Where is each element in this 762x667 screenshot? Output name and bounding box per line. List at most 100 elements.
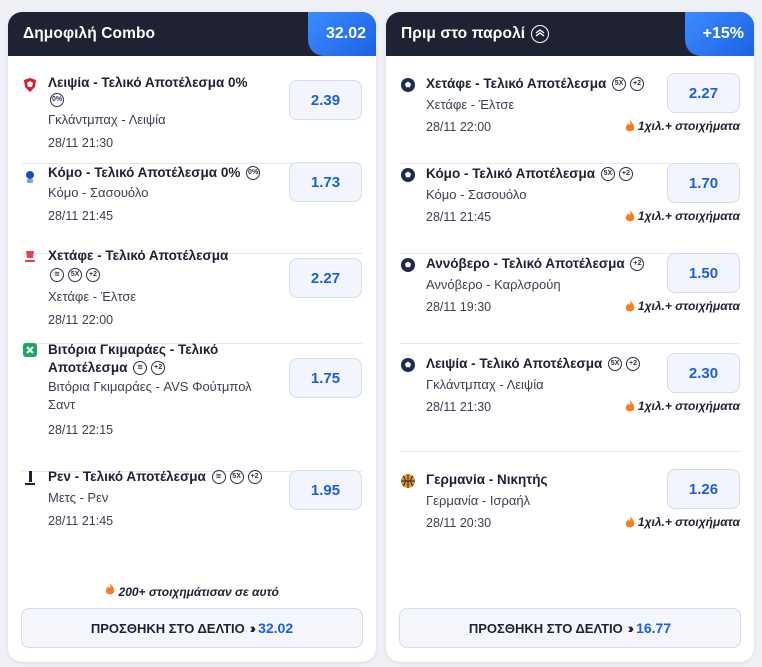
match-time: 28/11 22:15 bbox=[48, 423, 114, 437]
popularity-text: 200+ στοιχημάτισαν σε αυτό bbox=[118, 585, 279, 599]
list-item[interactable]: Αννόβερο - Τελικό Αποτέλεσμα +2 Αννόβερο… bbox=[400, 253, 740, 344]
list-item[interactable]: Λειψία - Τελικό Αποτέλεσμα 5X +2 Γκλάντμ… bbox=[400, 344, 740, 452]
match-time: 28/11 21:30 bbox=[48, 136, 114, 150]
odds-button[interactable]: 2.39 bbox=[289, 80, 362, 120]
selection-title: Λειψία - Τελικό Αποτέλεσμα 0% bbox=[48, 75, 248, 90]
match-teams: Κόμο - Σασουόλο bbox=[426, 187, 527, 202]
match-time: 28/11 19:30 bbox=[426, 300, 492, 314]
selection-title: Χετάφε - Τελικό Αποτέλεσμα bbox=[426, 76, 607, 91]
double-chevron-icon: ›› bbox=[249, 620, 257, 636]
list-item[interactable]: Γερμανία - Νικητής Γερμανία - Ισραήλ 28/… bbox=[400, 452, 740, 542]
plus-two-icon: +2 bbox=[630, 257, 645, 272]
add-to-betslip-button[interactable]: ΠΡΟΣΘΗΚΗ ΣΤΟ ΔΕΛΤΙΟ ›› 32.02 bbox=[21, 608, 363, 648]
plus-two-icon: +2 bbox=[247, 470, 262, 485]
popular-combo-card: Δημοφιλή Combo 32.02 Λειψία - Τελικό Απο… bbox=[8, 12, 376, 662]
popular-combo-header: Δημοφιλή Combo 32.02 bbox=[8, 12, 376, 56]
selection-title: Κόμο - Τελικό Αποτέλεσμα 0% bbox=[48, 165, 241, 180]
match-teams: Μετς - Ρεν bbox=[48, 490, 109, 505]
zero-margin-icon: 0% bbox=[50, 93, 64, 108]
flame-icon bbox=[625, 119, 635, 131]
match-teams: Γκλάντμπαχ - Λειψία bbox=[426, 377, 544, 392]
selection-title: Βιτόρια Γκιμαράες - Τελικό bbox=[48, 342, 219, 357]
cashout-icon: 5X bbox=[600, 167, 615, 182]
flame-icon bbox=[625, 399, 635, 411]
football-icon bbox=[400, 257, 416, 273]
plus-two-icon: +2 bbox=[626, 357, 641, 372]
match-teams: Χετάφε - Έλτσε bbox=[426, 97, 515, 112]
boost-percent-badge: +15% bbox=[684, 12, 754, 56]
selection-title: Αννόβερο - Τελικό Αποτέλεσμα bbox=[426, 256, 625, 271]
list-item[interactable]: Ρεν - Τελικό Αποτέλεσμα ≋ 5X +2 Μετς - Ρ… bbox=[22, 469, 362, 562]
football-icon bbox=[400, 77, 416, 93]
flame-icon bbox=[625, 515, 635, 527]
bet-builder-icon: ≋ bbox=[211, 470, 226, 485]
combo-odds-badge: 32.02 bbox=[307, 12, 376, 56]
add-to-betslip-total: 32.02 bbox=[258, 620, 294, 636]
odds-button[interactable]: 1.26 bbox=[667, 469, 740, 509]
bets-count-note: 1χιλ.+ στοιχήματα bbox=[637, 399, 740, 413]
cashout-icon: 5X bbox=[68, 268, 82, 283]
odds-button[interactable]: 1.73 bbox=[289, 162, 362, 202]
popular-combo-title: Δημοφιλή Combo bbox=[23, 25, 156, 42]
match-time: 28/11 20:30 bbox=[426, 516, 492, 530]
cashout-icon: 5X bbox=[608, 357, 623, 372]
football-icon bbox=[400, 167, 416, 183]
match-time: 28/11 21:30 bbox=[426, 400, 492, 414]
zero-margin-icon: 0% bbox=[246, 166, 261, 181]
selection-title-cont: Αποτέλεσμα bbox=[48, 360, 128, 375]
odds-button[interactable]: 2.30 bbox=[667, 353, 740, 393]
cashout-icon: 5X bbox=[612, 77, 627, 92]
football-icon bbox=[400, 357, 416, 373]
ligue1-logo-icon bbox=[22, 470, 38, 486]
basketball-icon bbox=[400, 473, 416, 489]
bet-builder-icon: ≋ bbox=[50, 268, 64, 283]
match-teams: Γκλάντμπαχ - Λειψία bbox=[48, 112, 166, 127]
match-time: 28/11 22:00 bbox=[48, 313, 114, 327]
odds-button[interactable]: 1.70 bbox=[667, 163, 740, 203]
match-teams-cont: Σαντ bbox=[48, 397, 76, 412]
match-time: 28/11 22:00 bbox=[426, 120, 492, 134]
selection-title: Γερμανία - Νικητής bbox=[426, 472, 548, 487]
list-item[interactable]: Λειψία - Τελικό Αποτέλεσμα 0% 0% Γκλάντμ… bbox=[22, 74, 362, 164]
bets-count-note: 1χιλ.+ στοιχήματα bbox=[637, 515, 740, 529]
add-to-betslip-total: 16.77 bbox=[636, 620, 672, 636]
odds-button[interactable]: 1.50 bbox=[667, 253, 740, 293]
odds-button[interactable]: 2.27 bbox=[289, 258, 362, 298]
match-time: 28/11 21:45 bbox=[48, 514, 114, 528]
plus-two-icon: +2 bbox=[618, 167, 633, 182]
match-time: 28/11 21:45 bbox=[426, 210, 492, 224]
odds-button[interactable]: 2.27 bbox=[667, 73, 740, 113]
bet-builder-icon: ≋ bbox=[133, 361, 148, 376]
boost-icon bbox=[531, 25, 550, 43]
odds-button[interactable]: 1.75 bbox=[289, 358, 362, 398]
list-item[interactable]: Κόμο - Τελικό Αποτέλεσμα 5X +2 Κόμο - Σα… bbox=[400, 163, 740, 254]
popularity-note: 200+ στοιχημάτισαν σε αυτό bbox=[8, 583, 376, 599]
odds-button[interactable]: 1.95 bbox=[289, 470, 362, 510]
match-teams: Αννόβερο - Καρλσρούη bbox=[426, 277, 561, 292]
league-logo-icon bbox=[22, 169, 38, 185]
bets-count-note: 1χιλ.+ στοιχήματα bbox=[637, 209, 740, 223]
selection-title: Λειψία - Τελικό Αποτέλεσμα bbox=[426, 356, 603, 371]
double-chevron-icon: ›› bbox=[627, 620, 635, 636]
cashout-icon: 5X bbox=[229, 470, 244, 485]
match-teams: Κόμο - Σασουόλο bbox=[48, 185, 149, 200]
selection-title: Ρεν - Τελικό Αποτέλεσμα bbox=[48, 469, 206, 484]
selection-title: Χετάφε - Τελικό Αποτέλεσμα bbox=[48, 248, 229, 263]
bets-count-note: 1χιλ.+ στοιχήματα bbox=[637, 119, 740, 133]
list-item[interactable]: Βιτόρια Γκιμαράες - Τελικό Αποτέλεσμα ≋ … bbox=[22, 342, 362, 472]
plus-two-icon: +2 bbox=[151, 361, 166, 376]
add-to-betslip-button[interactable]: ΠΡΟΣΘΗΚΗ ΣΤΟ ΔΕΛΤΙΟ ›› 16.77 bbox=[399, 608, 741, 648]
flame-icon bbox=[625, 299, 635, 311]
list-item[interactable]: Χετάφε - Τελικό Αποτέλεσμα ≋ 5X +2 Χετάφ… bbox=[22, 248, 362, 344]
team-crest-icon bbox=[22, 77, 38, 93]
list-item[interactable]: Χετάφε - Τελικό Αποτέλεσμα 5X +2 Χετάφε … bbox=[400, 73, 740, 164]
parlay-boost-header: Πριμ στο παρολί +15% bbox=[386, 12, 754, 56]
match-teams: Γερμανία - Ισραήλ bbox=[426, 493, 531, 508]
list-item[interactable]: Κόμο - Τελικό Αποτέλεσμα 0% 0% Κόμο - Σα… bbox=[22, 162, 362, 254]
match-teams: Βιτόρια Γκιμαράες - AVS Φούτμπολ bbox=[48, 379, 252, 394]
parlay-boost-title: Πριμ στο παρολί bbox=[401, 25, 526, 42]
parlay-boost-card: Πριμ στο παρολί +15% Χετάφε - Τελικό Απο… bbox=[386, 12, 754, 662]
selection-title: Κόμο - Τελικό Αποτέλεσμα bbox=[426, 166, 596, 181]
flame-icon bbox=[105, 583, 115, 595]
add-to-betslip-label: ΠΡΟΣΘΗΚΗ ΣΤΟ ΔΕΛΤΙΟ bbox=[90, 620, 245, 636]
